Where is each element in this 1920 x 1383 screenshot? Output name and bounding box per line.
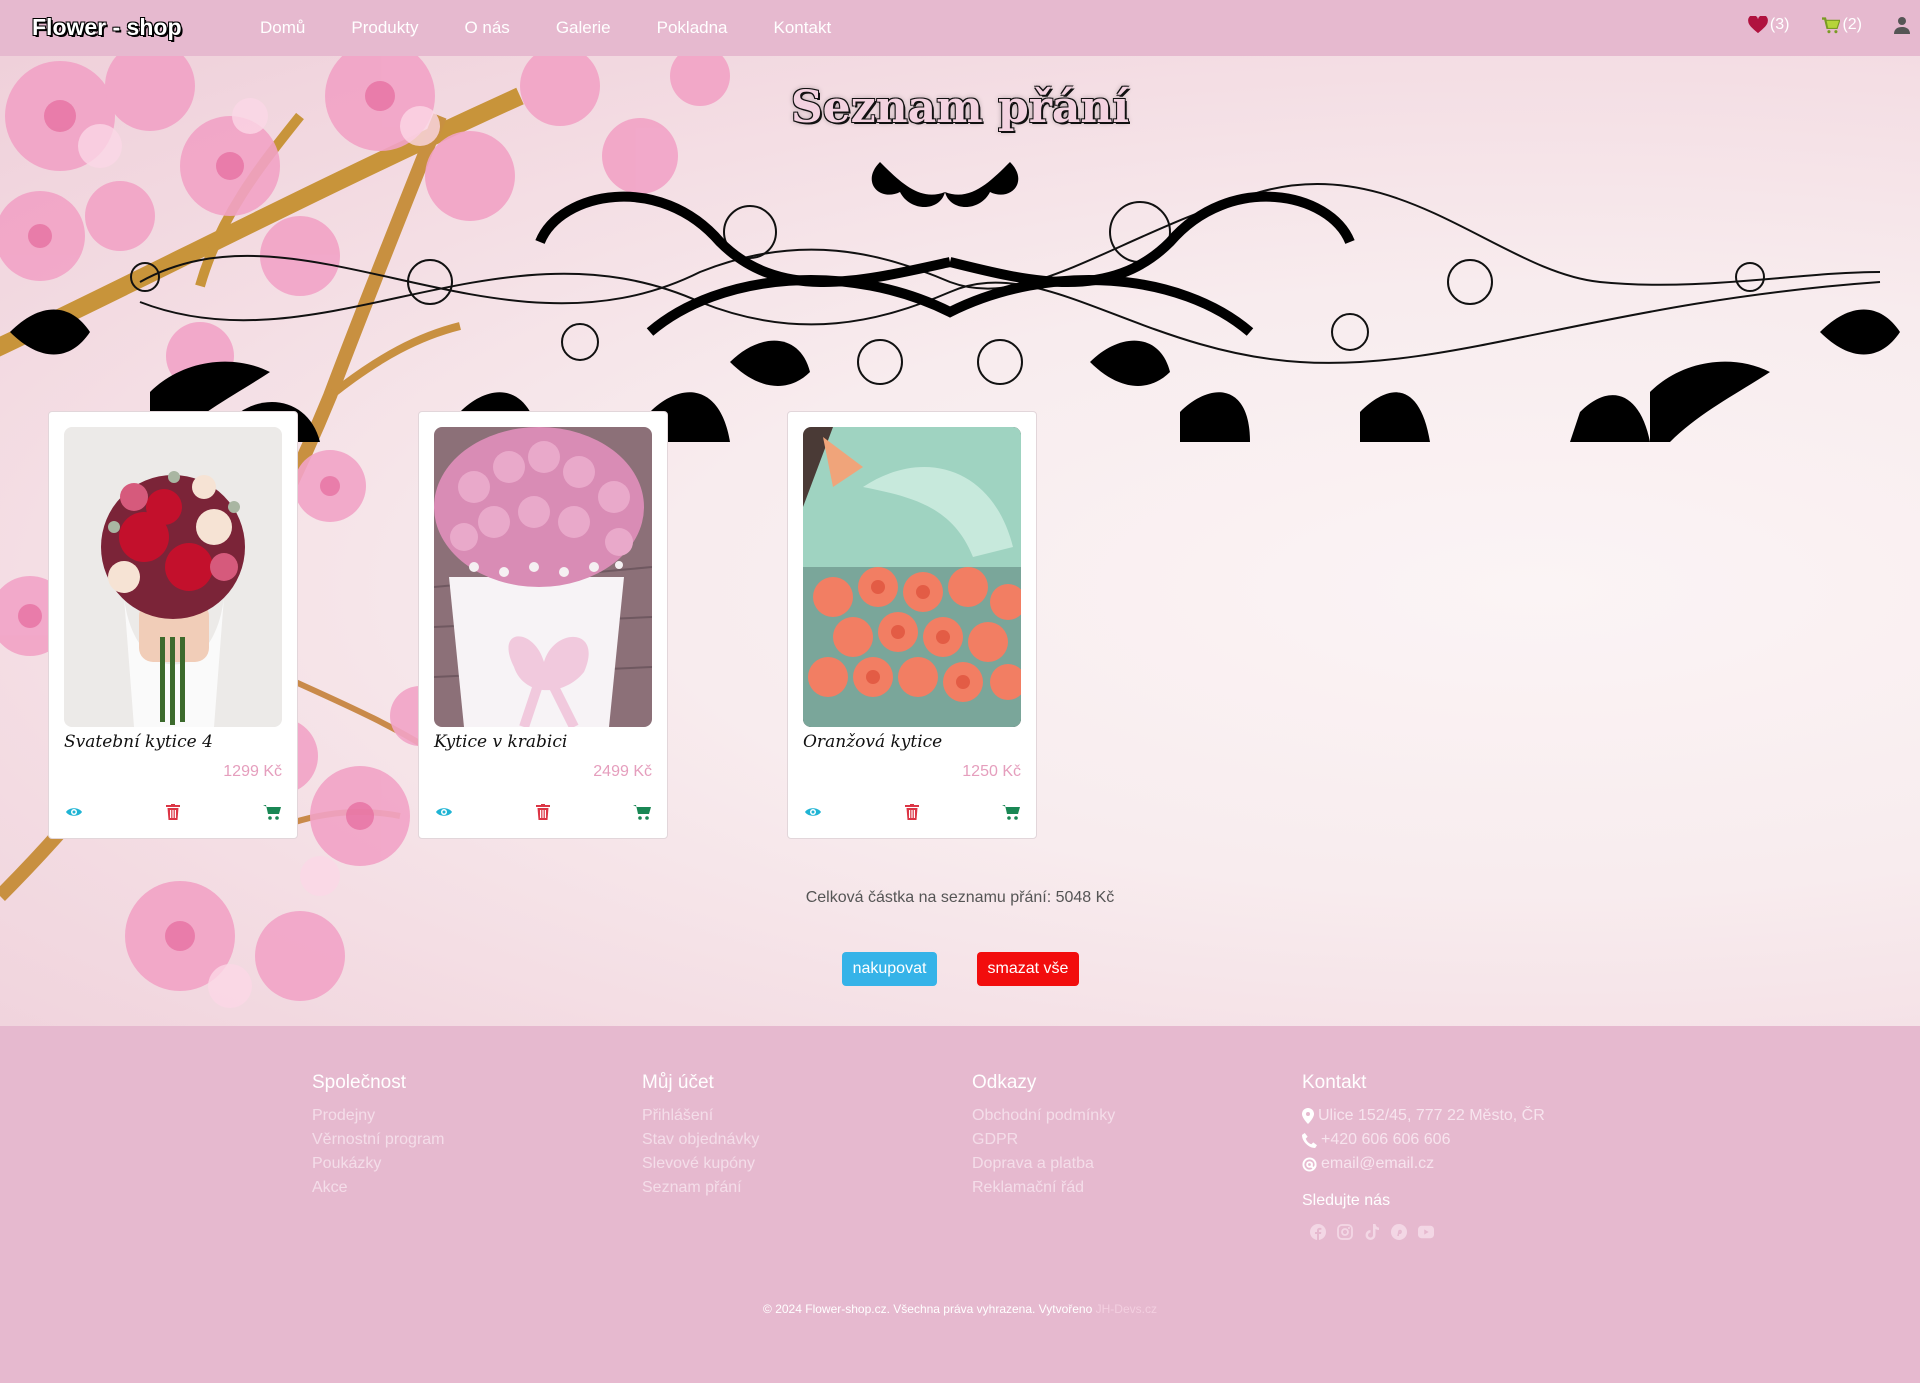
footer-contact-title: Kontakt <box>1302 1072 1367 1093</box>
eye-icon[interactable] <box>803 802 823 822</box>
clear-all-button[interactable]: smazat vše <box>977 952 1079 986</box>
youtube-icon[interactable] <box>1418 1224 1434 1240</box>
product-image-orange-bouquet[interactable] <box>803 427 1021 727</box>
cart-add-icon[interactable] <box>262 802 282 822</box>
footer-contact: Kontakt Ulice 152/45, 777 22 Město, ČR +… <box>1302 1072 1545 1240</box>
product-card: Svatební kytice 4 1299 Kč <box>48 411 298 839</box>
footer-link-vouchers[interactable]: Poukázky <box>312 1152 445 1176</box>
eye-icon[interactable] <box>64 802 84 822</box>
cart-link[interactable]: (2) <box>1821 16 1862 34</box>
product-price: 1250 Kč <box>962 763 1021 780</box>
eye-icon[interactable] <box>434 802 454 822</box>
decorative-ornament <box>10 162 1900 442</box>
product-card: Oranžová kytice 1250 Kč <box>787 411 1037 839</box>
product-image-wedding-bouquet[interactable] <box>64 427 282 727</box>
navbar: Flower - shop Domů Produkty O nás Galeri… <box>0 0 1920 56</box>
product-name[interactable]: Oranžová kytice <box>803 732 942 752</box>
instagram-icon[interactable] <box>1337 1224 1353 1240</box>
heart-icon <box>1748 16 1768 34</box>
brand-logo[interactable]: Flower - shop <box>32 14 182 41</box>
product-card: Kytice v krabici 2499 Kč <box>418 411 668 839</box>
footer-phone[interactable]: +420 606 606 606 <box>1302 1128 1545 1152</box>
product-price: 2499 Kč <box>593 763 652 780</box>
follow-us-label: Sledujte nás <box>1302 1192 1391 1209</box>
footer-link-wishlist[interactable]: Seznam přání <box>642 1176 759 1200</box>
nav-link-products[interactable]: Produkty <box>351 18 418 38</box>
social-links <box>1310 1224 1545 1240</box>
wishlist-total: Celková částka na seznamu přání: 5048 Kč <box>805 889 1115 906</box>
wishlist-link[interactable]: (3) <box>1748 16 1790 34</box>
user-icon[interactable] <box>1894 16 1910 34</box>
nav-link-about[interactable]: O nás <box>464 18 509 38</box>
product-price: 1299 Kč <box>223 763 282 780</box>
trash-icon[interactable] <box>533 802 553 822</box>
footer-link-loyalty[interactable]: Věrnostní program <box>312 1128 445 1152</box>
tiktok-icon[interactable] <box>1364 1224 1380 1240</box>
product-image-bouquet-in-box[interactable] <box>434 427 652 727</box>
developer-link[interactable]: JH-Devs.cz <box>1096 1302 1157 1316</box>
footer-email[interactable]: email@email.cz <box>1302 1152 1545 1176</box>
footer-links: Odkazy Obchodní podmínky GDPR Doprava a … <box>972 1072 1115 1200</box>
footer-link-gdpr[interactable]: GDPR <box>972 1128 1115 1152</box>
footer-link-sales[interactable]: Akce <box>312 1176 445 1200</box>
footer-link-coupons[interactable]: Slevové kupóny <box>642 1152 759 1176</box>
wishlist-count: (3) <box>1769 16 1790 33</box>
footer-account: Můj účet Přihlášení Stav objednávky Slev… <box>642 1072 759 1200</box>
nav-link-gallery[interactable]: Galerie <box>556 18 611 38</box>
nav-link-checkout[interactable]: Pokladna <box>657 18 728 38</box>
footer-link-login[interactable]: Přihlášení <box>642 1104 759 1128</box>
footer-link-stores[interactable]: Prodejny <box>312 1104 445 1128</box>
product-actions <box>803 802 1021 822</box>
nav-link-contact[interactable]: Kontakt <box>774 18 832 38</box>
product-name[interactable]: Svatební kytice 4 <box>64 732 213 752</box>
shop-button[interactable]: nakupovat <box>842 952 937 986</box>
cart-add-icon[interactable] <box>1001 802 1021 822</box>
at-icon <box>1302 1156 1317 1172</box>
footer-link-terms[interactable]: Obchodní podmínky <box>972 1104 1115 1128</box>
nav-links: Domů Produkty O nás Galerie Pokladna Kon… <box>260 18 877 38</box>
phone-icon <box>1302 1132 1317 1148</box>
footer-link-order-status[interactable]: Stav objednávky <box>642 1128 759 1152</box>
nav-link-home[interactable]: Domů <box>260 18 305 38</box>
product-actions <box>64 802 282 822</box>
footer-company-title: Společnost <box>312 1072 407 1093</box>
facebook-icon[interactable] <box>1310 1224 1326 1240</box>
product-actions <box>434 802 652 822</box>
footer-company: Společnost Prodejny Věrnostní program Po… <box>312 1072 445 1200</box>
footer-account-title: Můj účet <box>642 1072 714 1093</box>
page-title: Seznam přání <box>790 82 1130 133</box>
cart-count: (2) <box>1842 16 1862 33</box>
footer-link-shipping[interactable]: Doprava a platba <box>972 1152 1115 1176</box>
map-marker-icon <box>1302 1108 1314 1124</box>
footer-links-title: Odkazy <box>972 1072 1037 1093</box>
product-name[interactable]: Kytice v krabici <box>434 732 567 752</box>
cart-add-icon[interactable] <box>632 802 652 822</box>
copyright: © 2024 Flower-shop.cz. Všechna práva vyh… <box>763 1302 1157 1316</box>
footer-link-complaints[interactable]: Reklamační řád <box>972 1176 1115 1200</box>
footer: Společnost Prodejny Věrnostní program Po… <box>0 1026 1920 1383</box>
footer-address: Ulice 152/45, 777 22 Město, ČR <box>1302 1104 1545 1128</box>
trash-icon[interactable] <box>902 802 922 822</box>
pinterest-icon[interactable] <box>1391 1224 1407 1240</box>
trash-icon[interactable] <box>163 802 183 822</box>
cart-icon <box>1822 16 1841 33</box>
nav-right: (3) (2) <box>1748 16 1920 34</box>
